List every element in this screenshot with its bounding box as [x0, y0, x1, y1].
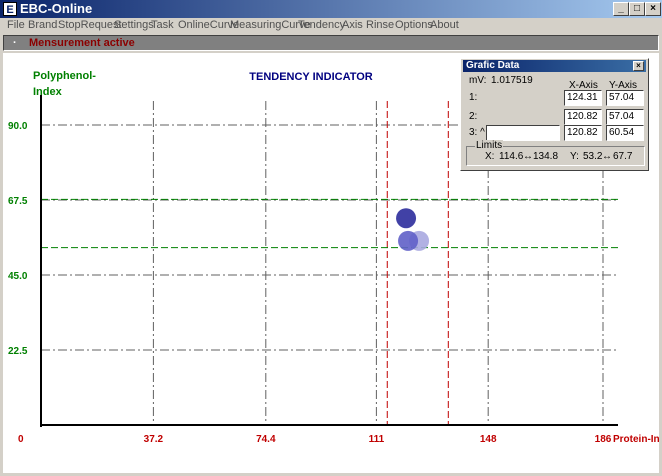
status-bullet: · [13, 37, 17, 49]
row2-x-field[interactable]: 120.82 [564, 109, 602, 125]
mv-label: mV: [469, 75, 487, 86]
menu-file[interactable]: File [7, 18, 25, 32]
menu-brand[interactable]: Brand [28, 18, 57, 32]
limits-y-arrow-icon: ↔ [602, 151, 612, 162]
menu-task[interactable]: Task [151, 18, 174, 32]
x-axis-label: Protein-Index [613, 434, 659, 445]
y-axis-label-line2: Index [33, 86, 63, 98]
row3-x-field[interactable]: 120.82 [564, 125, 602, 141]
limits-x-min: 114.6 [499, 151, 524, 162]
limits-group: Limits X: 114.6 ↔ 134.8 Y: 53.2 ↔ 67.7 [466, 140, 645, 166]
x-tick-label-2: 111 [369, 434, 385, 445]
origin-label: 0 [18, 434, 24, 445]
grafic-data-panel[interactable]: Grafic Data × mV: 1.017519 X-Axis Y-Axis… [460, 58, 649, 171]
y-tick-label-0: 22.5 [8, 346, 28, 357]
row3-y-field[interactable]: 60.54 [606, 125, 644, 141]
limits-y-label: Y: [570, 151, 579, 162]
row2-y-field[interactable]: 57.04 [606, 109, 644, 125]
y-axis-label-line1: Polyphenol- [33, 70, 96, 82]
menu-axis[interactable]: Axis [342, 18, 363, 32]
limits-y-min: 53.2 [583, 151, 603, 162]
x-tick-label-4: 186 [595, 434, 612, 445]
y-tick-label-2: 67.5 [8, 196, 28, 207]
maximize-button[interactable]: □ [629, 2, 645, 16]
title-bar: E EBC-Online _ □ × [0, 0, 662, 18]
y-tick-label-1: 45.0 [8, 271, 28, 282]
close-button[interactable]: × [645, 2, 661, 16]
data-point-2 [398, 230, 419, 251]
chart-title: TENDENCY INDICATOR [249, 71, 373, 83]
row1-label: 1: [469, 92, 478, 103]
menu-about[interactable]: About [430, 18, 459, 32]
grafic-data-titlebar[interactable]: Grafic Data × [463, 60, 646, 72]
data-point-3 [396, 208, 417, 229]
row3-label: 3: ^ [469, 127, 485, 138]
y-tick-label-3: 90.0 [8, 121, 28, 132]
status-text: Mensurement active [29, 37, 135, 49]
limits-x-label: X: [485, 151, 495, 162]
limits-x-max: 134.8 [533, 151, 559, 162]
limits-x-arrow-icon: ↔ [523, 151, 533, 162]
menu-options[interactable]: Options [395, 18, 433, 32]
x-tick-label-1: 74.4 [256, 434, 276, 445]
row1-y-field[interactable]: 57.04 [606, 90, 644, 106]
row1-x-field[interactable]: 124.31 [564, 90, 602, 106]
minimize-button[interactable]: _ [613, 2, 629, 16]
window-title: EBC-Online [20, 1, 93, 16]
x-tick-label-0: 37.2 [144, 434, 164, 445]
grafic-data-title: Grafic Data [466, 60, 520, 71]
app-icon: E [3, 2, 17, 16]
mv-value: 1.017519 [491, 75, 533, 86]
row3-text-field[interactable] [486, 125, 560, 141]
menu-rinse[interactable]: Rinse [366, 18, 394, 32]
status-bar: · Mensurement active [3, 35, 659, 51]
grafic-close-icon[interactable]: × [633, 61, 644, 71]
menu-bar: File Brand StopRequest Settings Task Onl… [0, 18, 662, 32]
menu-settings[interactable]: Settings [114, 18, 154, 32]
x-tick-label-3: 148 [480, 434, 497, 445]
menu-stoprequest[interactable]: StopRequest [58, 18, 122, 32]
row2-label: 2: [469, 111, 478, 122]
limits-y-max: 67.7 [613, 151, 633, 162]
data-points [396, 208, 430, 251]
menu-tendency[interactable]: Tendency [298, 18, 345, 32]
